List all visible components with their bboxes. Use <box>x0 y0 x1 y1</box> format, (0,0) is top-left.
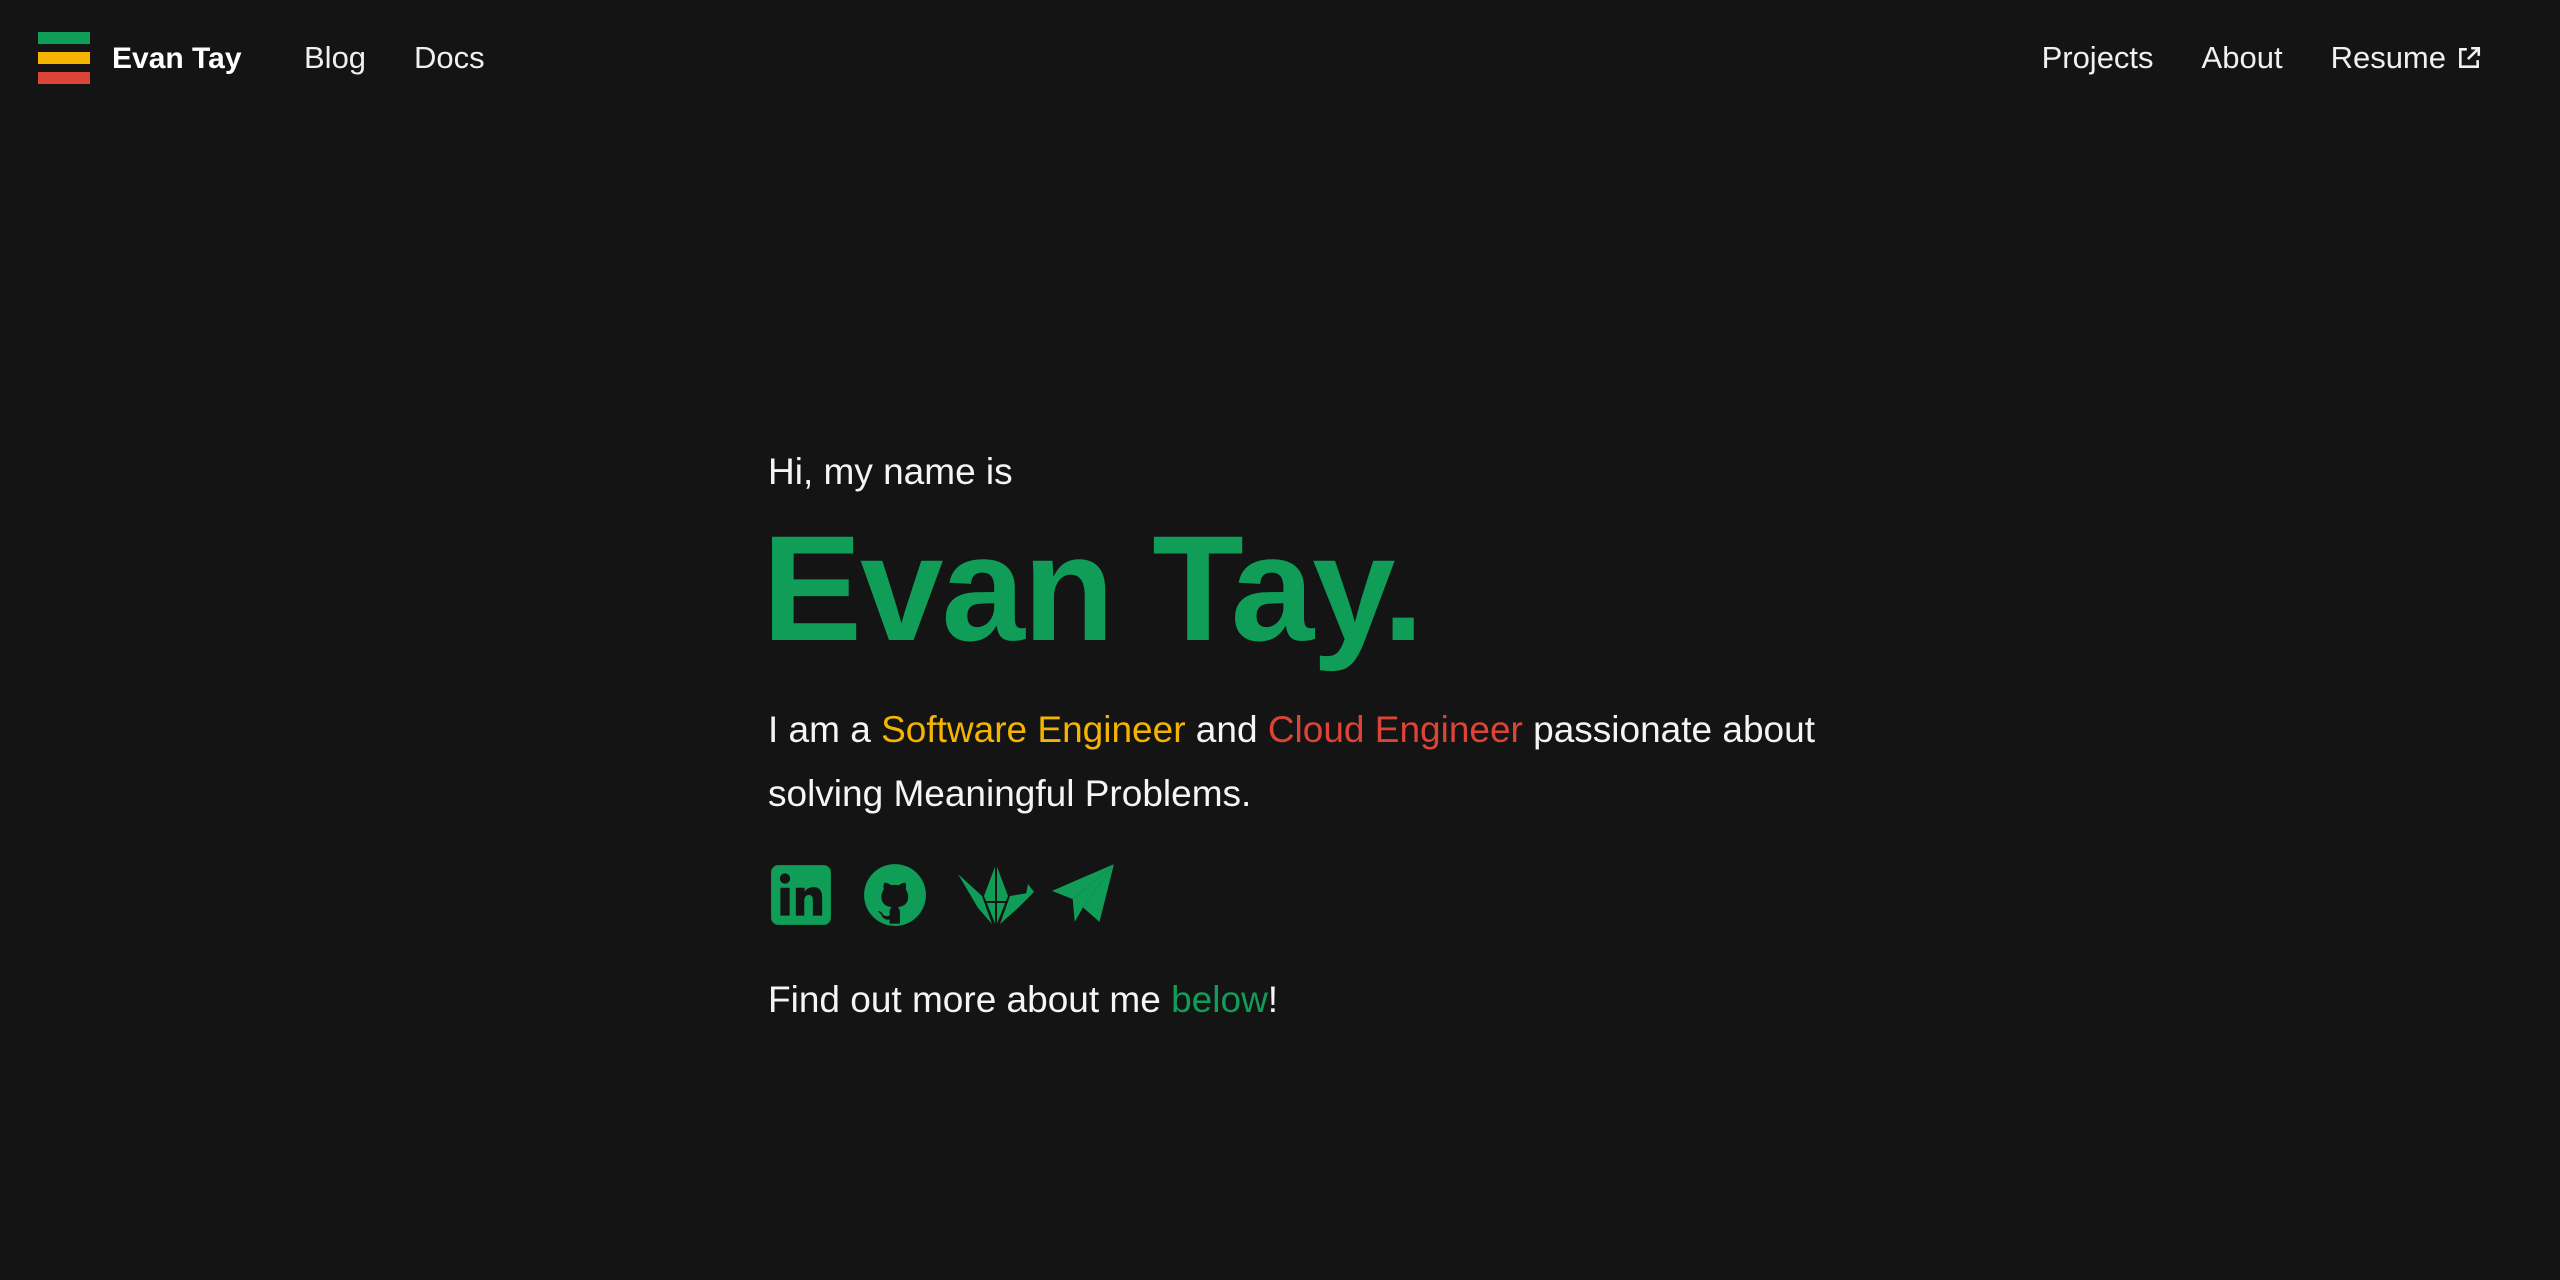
greeting-text: Hi, my name is <box>768 451 1013 492</box>
origami-bird-link[interactable] <box>956 862 1034 928</box>
tagline-middle: and <box>1185 709 1268 750</box>
stacked-bars-logo-icon <box>38 32 90 86</box>
tagline: I am a Software Engineer and Cloud Engin… <box>768 698 1828 826</box>
hero-name: Evan Tay. <box>762 504 1424 672</box>
tagline-role-software-engineer: Software Engineer <box>881 709 1186 750</box>
nav-right: Projects About Resume <box>2042 40 2482 76</box>
linkedin-icon <box>771 865 831 925</box>
nav-link-blog[interactable]: Blog <box>304 40 366 76</box>
brand-name: Evan Tay <box>112 42 242 75</box>
cta-below-link[interactable]: below <box>1171 979 1268 1020</box>
nav-link-about[interactable]: About <box>2202 40 2283 76</box>
nav-left: Blog Docs <box>304 40 485 76</box>
navbar: Evan Tay Blog Docs Projects About Resume <box>0 0 2560 120</box>
cta-text: Find out more about me below! <box>768 972 1868 1028</box>
github-link[interactable] <box>862 862 928 928</box>
nav-link-resume[interactable]: Resume <box>2331 40 2482 76</box>
cta-prefix: Find out more about me <box>768 979 1172 1020</box>
telegram-icon <box>1052 864 1114 922</box>
hero-section: Hi, my name is Evan Tay. I am a Software… <box>762 444 1868 1028</box>
social-links <box>768 862 1868 928</box>
github-icon <box>864 864 926 926</box>
resume-label: Resume <box>2330 40 2446 75</box>
linkedin-link[interactable] <box>768 862 834 928</box>
tagline-role-cloud-engineer: Cloud Engineer <box>1267 709 1523 750</box>
origami-bird-icon <box>958 864 1034 926</box>
cta-suffix: ! <box>1267 979 1279 1020</box>
telegram-link[interactable] <box>1050 862 1116 928</box>
external-link-icon <box>2459 46 2481 68</box>
brand-link[interactable]: Evan Tay <box>38 32 242 86</box>
nav-link-docs[interactable]: Docs <box>414 40 485 76</box>
tagline-prefix: I am a <box>768 709 882 750</box>
nav-link-projects[interactable]: Projects <box>2042 40 2154 76</box>
